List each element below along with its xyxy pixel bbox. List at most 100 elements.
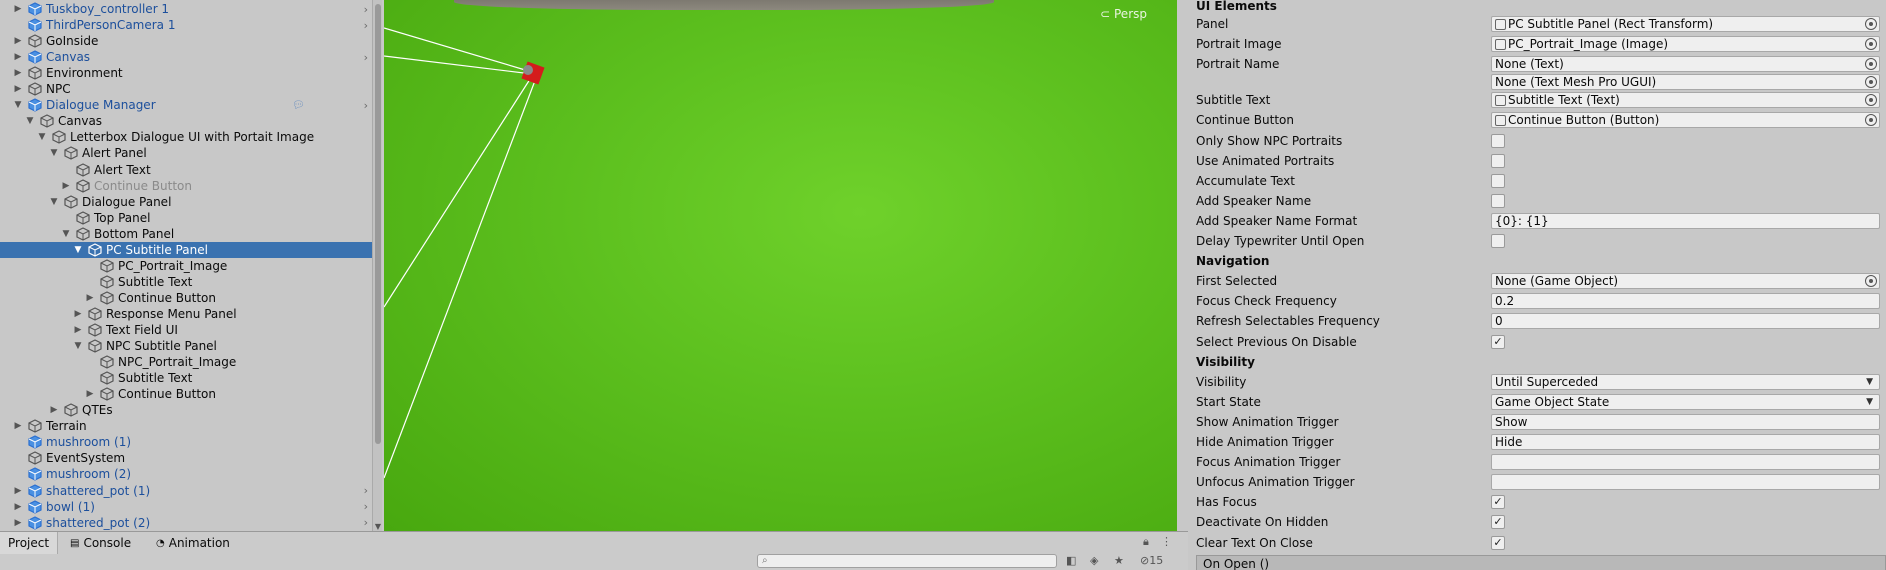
object-field[interactable]: PC_Portrait_Image (Image): [1491, 36, 1880, 53]
object-field[interactable]: Continue Button (Button): [1491, 112, 1880, 129]
hierarchy-item[interactable]: ▼ Letterbox Dialogue UI with Portait Imag…: [0, 129, 372, 145]
collapsed-arrow-icon[interactable]: ▶: [72, 325, 84, 335]
checkbox[interactable]: [1491, 133, 1505, 148]
hierarchy-item[interactable]: ▶ Continue Button: [0, 386, 372, 402]
project-search-input[interactable]: ⌕: [757, 554, 1057, 568]
object-picker-icon[interactable]: [1865, 275, 1877, 288]
object-picker-icon[interactable]: [1865, 58, 1877, 71]
collapsed-arrow-icon[interactable]: ▶: [12, 84, 24, 94]
checkbox[interactable]: ✓: [1491, 515, 1505, 530]
open-prefab-chevron-icon[interactable]: ›: [364, 3, 368, 16]
collapsed-arrow-icon[interactable]: ▶: [72, 309, 84, 319]
menu-dots-icon[interactable]: ⋮: [1161, 535, 1172, 548]
hierarchy-item[interactable]: ▶ Tuskboy_controller 1 ›: [0, 1, 372, 17]
expanded-arrow-icon[interactable]: ▼: [48, 197, 60, 207]
scrollbar-thumb[interactable]: [375, 4, 381, 444]
tab-console[interactable]: ▤ Console: [62, 532, 139, 554]
hidden-packages-toggle[interactable]: ⊘15: [1140, 554, 1163, 567]
text-field[interactable]: Show: [1491, 413, 1880, 430]
hierarchy-item[interactable]: EventSystem: [0, 450, 372, 466]
open-prefab-chevron-icon[interactable]: ›: [364, 51, 368, 64]
scene-view[interactable]: ⊂ Persp: [384, 0, 1177, 531]
checkbox[interactable]: ✓: [1491, 334, 1505, 349]
expanded-arrow-icon[interactable]: ▼: [60, 229, 72, 239]
collapsed-arrow-icon[interactable]: ▶: [60, 181, 72, 191]
hierarchy-item[interactable]: ▼ Dialogue Manager 💬︎ ›: [0, 97, 372, 113]
hierarchy-item[interactable]: Subtitle Text: [0, 370, 372, 386]
hierarchy-item[interactable]: ▶ shattered_pot (2) ›: [0, 515, 372, 531]
object-field[interactable]: None (Text Mesh Pro UGUI): [1491, 74, 1880, 91]
hierarchy-item[interactable]: ▼ NPC Subtitle Panel: [0, 338, 372, 354]
hierarchy-item[interactable]: ▼ Alert Panel: [0, 145, 372, 161]
hierarchy-item[interactable]: ▶ Continue Button: [0, 178, 372, 194]
open-prefab-chevron-icon[interactable]: ›: [364, 516, 368, 529]
hierarchy-item[interactable]: ▶ GoInside: [0, 33, 372, 49]
lock-icon[interactable]: 🔒︎: [1143, 535, 1149, 549]
open-prefab-chevron-icon[interactable]: ›: [364, 500, 368, 513]
open-prefab-chevron-icon[interactable]: ›: [364, 19, 368, 32]
hierarchy-item[interactable]: ThirdPersonCamera 1 ›: [0, 17, 372, 33]
hierarchy-item[interactable]: ▼ PC Subtitle Panel: [0, 241, 372, 258]
favorites-star-icon[interactable]: ★: [1114, 554, 1124, 567]
hierarchy-item[interactable]: NPC_Portrait_Image: [0, 354, 372, 370]
collapsed-arrow-icon[interactable]: ▶: [12, 421, 24, 431]
scroll-down-arrow-icon[interactable]: ▼: [373, 522, 382, 531]
collapsed-arrow-icon[interactable]: ▶: [12, 36, 24, 46]
hierarchy-item[interactable]: ▼ Dialogue Panel: [0, 194, 372, 210]
hierarchy-item[interactable]: Subtitle Text: [0, 274, 372, 290]
expanded-arrow-icon[interactable]: ▼: [12, 100, 24, 110]
expanded-arrow-icon[interactable]: ▼: [72, 245, 84, 255]
collapsed-arrow-icon[interactable]: ▶: [12, 486, 24, 496]
text-field[interactable]: 0: [1491, 313, 1880, 330]
checkbox[interactable]: [1491, 173, 1505, 188]
checkbox[interactable]: ✓: [1491, 535, 1505, 550]
dropdown-field[interactable]: Game Object State ▼: [1491, 393, 1880, 410]
object-picker-icon[interactable]: [1865, 18, 1877, 30]
checkbox[interactable]: [1491, 234, 1505, 249]
collapsed-arrow-icon[interactable]: ▶: [48, 405, 60, 415]
text-field[interactable]: 0.2: [1491, 293, 1880, 310]
on-open-event[interactable]: On Open (): [1196, 555, 1886, 570]
text-field[interactable]: Hide: [1491, 434, 1880, 451]
collapsed-arrow-icon[interactable]: ▶: [12, 68, 24, 78]
expanded-arrow-icon[interactable]: ▼: [72, 341, 84, 351]
dropdown-field[interactable]: Until Superceded ▼: [1491, 373, 1880, 390]
collapsed-arrow-icon[interactable]: ▶: [12, 52, 24, 62]
text-field[interactable]: [1491, 474, 1880, 491]
expanded-arrow-icon[interactable]: ▼: [24, 116, 36, 126]
checkbox[interactable]: [1491, 193, 1505, 208]
hierarchy-item[interactable]: mushroom (1): [0, 434, 372, 450]
text-field[interactable]: [1491, 454, 1880, 471]
checkbox[interactable]: [1491, 153, 1505, 168]
open-prefab-chevron-icon[interactable]: ›: [364, 99, 368, 112]
text-field[interactable]: {0}: {1}: [1491, 212, 1880, 229]
object-picker-icon[interactable]: [1865, 38, 1877, 51]
object-picker-icon[interactable]: [1865, 114, 1877, 127]
open-prefab-chevron-icon[interactable]: ›: [364, 484, 368, 497]
collapsed-arrow-icon[interactable]: ▶: [12, 4, 24, 14]
hierarchy-item[interactable]: ▶ bowl (1) ›: [0, 499, 372, 515]
tab-animation[interactable]: ◔ Animation: [148, 532, 238, 554]
collapsed-arrow-icon[interactable]: ▶: [84, 389, 96, 399]
hierarchy-item[interactable]: ▶ Canvas ›: [0, 49, 372, 65]
collapsed-arrow-icon[interactable]: ▶: [84, 293, 96, 303]
object-field[interactable]: None (Text): [1491, 56, 1880, 73]
object-field[interactable]: None (Game Object): [1491, 273, 1880, 290]
hierarchy-item[interactable]: ▶ shattered_pot (1) ›: [0, 483, 372, 499]
hierarchy-item[interactable]: mushroom (2): [0, 466, 372, 482]
hierarchy-item[interactable]: PC_Portrait_Image: [0, 258, 372, 274]
filter-by-label-icon[interactable]: ◈: [1090, 554, 1098, 567]
hierarchy-item[interactable]: ▼ Bottom Panel: [0, 226, 372, 242]
hierarchy-item[interactable]: ▶ Response Menu Panel: [0, 306, 372, 322]
object-picker-icon[interactable]: [1865, 94, 1877, 107]
tab-project[interactable]: Project: [0, 532, 58, 554]
filter-by-type-icon[interactable]: ◧: [1066, 554, 1076, 567]
hierarchy-item[interactable]: ▼ Canvas: [0, 113, 372, 129]
persp-label[interactable]: ⊂ Persp: [1100, 7, 1147, 21]
hierarchy-item[interactable]: Alert Text: [0, 162, 372, 178]
hierarchy-item[interactable]: ▶ Terrain: [0, 418, 372, 434]
hierarchy-item[interactable]: ▶ Text Field UI: [0, 322, 372, 338]
collapsed-arrow-icon[interactable]: ▶: [12, 518, 24, 528]
hierarchy-item[interactable]: Top Panel: [0, 210, 372, 226]
object-field[interactable]: PC Subtitle Panel (Rect Transform): [1491, 16, 1880, 32]
